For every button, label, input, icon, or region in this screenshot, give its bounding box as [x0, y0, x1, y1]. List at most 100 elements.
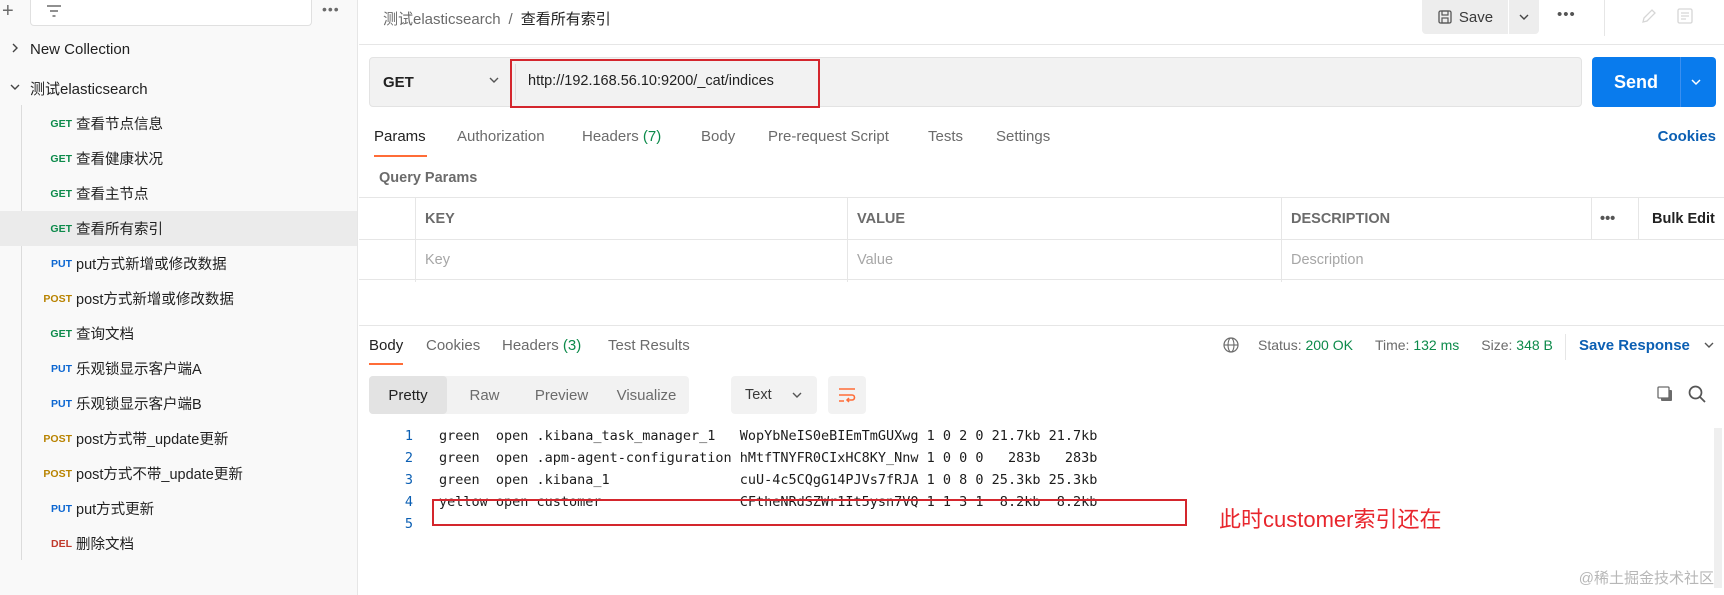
- save-response-button[interactable]: Save Response: [1579, 337, 1716, 354]
- response-tab-cookies[interactable]: Cookies: [426, 337, 480, 354]
- method-badge: GET: [50, 222, 72, 235]
- status-divider: [1565, 334, 1566, 360]
- filter-icon: [47, 5, 61, 17]
- param-value-input[interactable]: Value: [847, 240, 1267, 279]
- chevron-down-icon: [1519, 14, 1529, 20]
- response-tab-test-results[interactable]: Test Results: [608, 337, 690, 354]
- watermark: @稀土掘金技术社区: [1578, 570, 1714, 587]
- col-divider: [1281, 197, 1282, 282]
- request-item[interactable]: POST post方式带_update更新: [0, 421, 357, 456]
- col-value: VALUE: [857, 210, 906, 227]
- format-select[interactable]: Text: [731, 376, 817, 414]
- tab-prerequest-script[interactable]: Pre-request Script: [768, 128, 889, 145]
- sidebar: + ••• New Collection 测试elasticsearch GET…: [0, 0, 358, 595]
- chevron-down-icon[interactable]: [1688, 74, 1704, 90]
- sidebar-toolbar: + •••: [0, 0, 358, 28]
- cookies-link[interactable]: Cookies: [1658, 128, 1716, 145]
- save-button[interactable]: Save: [1422, 0, 1508, 34]
- send-button[interactable]: Send: [1592, 57, 1716, 107]
- time-value: 132 ms: [1413, 337, 1460, 353]
- active-response-tab-indicator: [369, 363, 403, 365]
- status-item[interactable]: Status: 200 OK: [1258, 337, 1353, 353]
- wrap-lines-button[interactable]: [828, 376, 866, 414]
- globe-icon[interactable]: [1222, 336, 1240, 354]
- save-response-label: Save Response: [1579, 337, 1690, 354]
- request-item[interactable]: GET 查看健康状况: [0, 141, 357, 176]
- col-divider: [847, 197, 848, 282]
- breadcrumb-request[interactable]: 查看所有索引: [521, 11, 611, 28]
- request-name: 乐观锁显示客户端A: [76, 362, 202, 378]
- documentation-icon[interactable]: [1675, 6, 1695, 29]
- sidebar-more-icon[interactable]: •••: [322, 0, 346, 20]
- active-tab-indicator: [374, 155, 427, 157]
- line-number: 5: [404, 516, 413, 532]
- scrollbar[interactable]: [1714, 428, 1722, 588]
- request-item[interactable]: GET 查询文档: [0, 316, 357, 351]
- method-badge: GET: [50, 187, 72, 200]
- request-item[interactable]: POST post方式不带_update更新: [0, 456, 357, 491]
- query-params-table: KEY VALUE DESCRIPTION ••• Bulk Edit Key …: [359, 197, 1724, 282]
- status-label: Status:: [1258, 337, 1302, 353]
- params-more-icon[interactable]: •••: [1590, 198, 1615, 239]
- bulk-edit-button[interactable]: Bulk Edit: [1642, 198, 1715, 239]
- pencil-icon[interactable]: [1639, 6, 1659, 29]
- tab-headers[interactable]: Headers (7): [582, 128, 661, 145]
- request-name: put方式新增或修改数据: [76, 257, 227, 273]
- request-item[interactable]: PUT put方式新增或修改数据: [0, 246, 357, 281]
- request-item[interactable]: DEL 删除文档: [0, 526, 357, 561]
- save-options-button[interactable]: [1509, 0, 1539, 34]
- line-number: 1: [404, 428, 413, 444]
- request-item[interactable]: POST post方式新增或修改数据: [0, 281, 357, 316]
- collection-elasticsearch[interactable]: 测试elasticsearch: [0, 71, 357, 105]
- request-name: put方式更新: [76, 502, 155, 518]
- method-select[interactable]: GET: [370, 58, 510, 106]
- size-value: 348 B: [1516, 337, 1553, 353]
- method-value: GET: [383, 73, 414, 91]
- chevron-down-icon: [489, 77, 499, 83]
- response-headers-count: (3): [562, 337, 582, 354]
- request-name: 乐观锁显示客户端B: [76, 397, 202, 413]
- search-icon[interactable]: [1687, 384, 1707, 404]
- tab-tests[interactable]: Tests: [928, 128, 963, 145]
- view-raw[interactable]: Raw: [452, 376, 517, 414]
- breadcrumb: 测试elasticsearch / 查看所有索引: [383, 8, 611, 29]
- size-item[interactable]: Size: 348 B: [1481, 337, 1553, 353]
- request-item[interactable]: GET 查看主节点: [0, 176, 357, 211]
- response-tab-body[interactable]: Body: [369, 337, 403, 354]
- breadcrumb-collection[interactable]: 测试elasticsearch: [383, 11, 501, 28]
- request-item[interactable]: PUT put方式更新: [0, 491, 357, 526]
- tab-params[interactable]: Params: [374, 128, 426, 145]
- collection-new-collection[interactable]: New Collection: [0, 32, 357, 66]
- new-plus-icon[interactable]: +: [2, 0, 22, 22]
- tab-authorization[interactable]: Authorization: [457, 128, 545, 145]
- request-item-active[interactable]: GET 查看所有索引: [0, 211, 357, 246]
- line-text: green open .kibana_1 cuU-4c5CQgG14PJVs7f…: [439, 472, 1098, 488]
- param-description-input[interactable]: Description: [1281, 240, 1581, 279]
- tab-body[interactable]: Body: [701, 128, 735, 145]
- tab-headers-label: Headers: [582, 128, 639, 145]
- request-item[interactable]: GET 查看节点信息: [0, 106, 357, 141]
- copy-icon[interactable]: [1655, 384, 1675, 404]
- time-label: Time:: [1374, 337, 1410, 353]
- col-divider: [415, 197, 416, 282]
- filter-input[interactable]: [30, 0, 312, 26]
- method-badge: POST: [43, 432, 72, 445]
- param-key-input[interactable]: Key: [415, 240, 835, 279]
- table-row: Key Value Description: [359, 239, 1724, 279]
- time-item[interactable]: Time: 132 ms: [1375, 337, 1459, 353]
- request-item[interactable]: PUT 乐观锁显示客户端B: [0, 386, 357, 421]
- view-preview[interactable]: Preview: [519, 376, 604, 414]
- line-number: 3: [404, 472, 413, 488]
- collection-name: New Collection: [30, 40, 131, 58]
- col-divider: [1591, 197, 1592, 239]
- response-separator: [359, 325, 1724, 326]
- tab-settings[interactable]: Settings: [996, 128, 1050, 145]
- col-divider: [1638, 197, 1639, 239]
- request-name: 查看健康状况: [76, 152, 163, 168]
- response-tab-headers[interactable]: Headers (3): [502, 337, 581, 354]
- request-item[interactable]: PUT 乐观锁显示客户端A: [0, 351, 357, 386]
- more-options-icon[interactable]: •••: [1557, 6, 1576, 23]
- view-visualize[interactable]: Visualize: [604, 376, 689, 414]
- view-pretty[interactable]: Pretty: [369, 376, 447, 414]
- url-highlight-box: [510, 59, 820, 108]
